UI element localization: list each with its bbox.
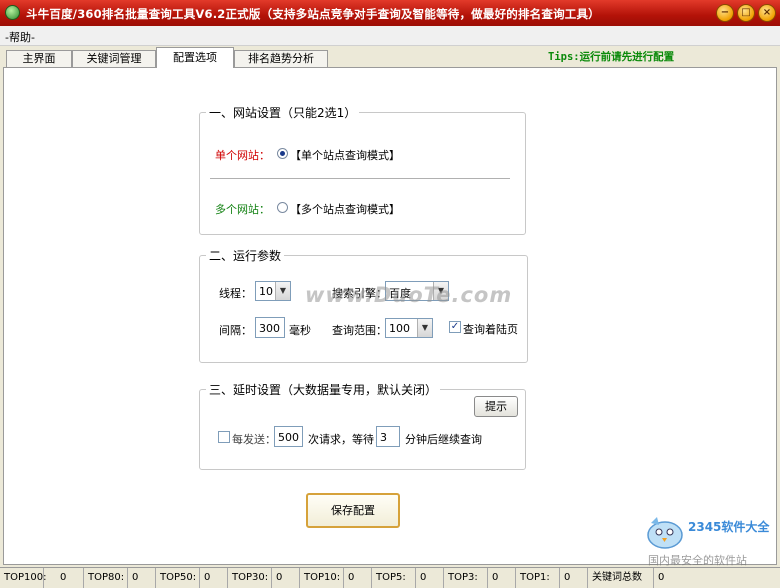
brand-name: 2345软件大全 xyxy=(688,520,770,534)
resume-label: 分钟后继续查询 xyxy=(405,433,482,446)
website-settings-legend: 一、网站设置（只能2选1） xyxy=(209,106,357,120)
tips-text: Tips:运行前请先进行配置 xyxy=(548,51,675,63)
query-landing-checkbox[interactable]: ✓ xyxy=(449,321,461,333)
save-config-button[interactable]: 保存配置 xyxy=(306,493,400,528)
title-bar[interactable]: 斗牛百度/360排名批量查询工具V6.2正式版（支持多站点竞争对手查询及智能等待… xyxy=(0,0,780,26)
threads-select[interactable]: 10 ▼ xyxy=(255,281,291,301)
delay-settings-group: 三、延时设置（大数据量专用，默认关闭） xyxy=(199,381,526,470)
wait-minutes-input[interactable]: 3 xyxy=(376,426,400,447)
status-top50-label: TOP50: xyxy=(156,568,200,588)
multi-site-label: 多个网站： xyxy=(215,203,270,216)
hint-button[interactable]: 提示 xyxy=(474,396,518,417)
menu-help[interactable]: -帮助- xyxy=(5,29,35,45)
status-top3-value: 0 xyxy=(488,568,516,588)
status-top100-value: 0 xyxy=(44,568,84,588)
chevron-down-icon[interactable]: ▼ xyxy=(417,319,432,337)
watermark-text: www.DuoTe.com xyxy=(305,283,513,307)
status-keyword-total-label: 关键词总数 xyxy=(588,568,654,588)
status-top100-label: TOP100: xyxy=(0,568,46,588)
status-top30-label: TOP30: xyxy=(228,568,272,588)
status-top1-value: 0 xyxy=(560,568,588,588)
status-top5-value: 0 xyxy=(416,568,444,588)
status-top1-label: TOP1: xyxy=(516,568,560,588)
close-button[interactable]: × xyxy=(758,4,776,22)
group-divider xyxy=(210,178,510,179)
threads-label: 线程： xyxy=(219,287,252,300)
interval-input[interactable]: 300 xyxy=(255,317,285,338)
status-top80-label: TOP80: xyxy=(84,568,128,588)
single-site-option[interactable]: 【单个站点查询模式】 xyxy=(290,147,400,163)
tab-main[interactable]: 主界面 xyxy=(6,50,72,68)
app-icon xyxy=(5,5,20,20)
query-range-label: 查询范围： xyxy=(332,324,387,337)
tab-config-options[interactable]: 配置选项 xyxy=(156,47,234,68)
every-send-label[interactable]: 每发送： xyxy=(232,431,276,447)
status-top50-value: 0 xyxy=(200,568,228,588)
interval-unit: 毫秒 xyxy=(289,324,311,337)
status-keyword-total-value: 0 xyxy=(658,572,665,583)
multi-site-option[interactable]: 【多个站点查询模式】 xyxy=(290,201,400,217)
request-count-input[interactable]: 500 xyxy=(274,426,303,447)
brand-subtitle: 国内最安全的软件站 xyxy=(648,554,747,567)
tab-bar: 主界面 关键词管理 配置选项 排名趋势分析 Tips:运行前请先进行配置 xyxy=(0,47,780,68)
query-range-select[interactable]: 100 ▼ xyxy=(385,318,433,338)
single-site-radio[interactable] xyxy=(277,148,288,159)
minimize-button[interactable]: − xyxy=(716,4,734,22)
bird-logo-icon xyxy=(647,517,683,549)
chevron-down-icon[interactable]: ▼ xyxy=(275,282,290,300)
delay-settings-legend: 三、延时设置（大数据量专用，默认关闭） xyxy=(209,383,438,397)
query-landing-label[interactable]: 查询着陆页 xyxy=(463,321,518,337)
status-top80-value: 0 xyxy=(128,568,156,588)
delay-enable-checkbox[interactable] xyxy=(218,431,230,443)
single-site-label: 单个网站： xyxy=(215,149,270,162)
times-wait-label: 次请求，等待： xyxy=(308,433,385,446)
status-top5-label: TOP5: xyxy=(372,568,416,588)
tab-ranking-trend[interactable]: 排名趋势分析 xyxy=(234,50,328,68)
multi-site-radio[interactable] xyxy=(277,202,288,213)
maximize-button[interactable]: □ xyxy=(737,4,755,22)
status-top10-label: TOP10: xyxy=(300,568,344,588)
window-title: 斗牛百度/360排名批量查询工具V6.2正式版（支持多站点竞争对手查询及智能等待… xyxy=(26,7,600,21)
threads-value: 10 xyxy=(259,285,273,298)
interval-label: 间隔： xyxy=(219,324,252,337)
tab-keyword-management[interactable]: 关键词管理 xyxy=(72,50,156,68)
status-top10-value: 0 xyxy=(344,568,372,588)
status-top3-label: TOP3: xyxy=(444,568,488,588)
status-bar: TOP100: 0 TOP80: 0 TOP50: 0 TOP30: 0 TOP… xyxy=(0,567,780,588)
run-params-legend: 二、运行参数 xyxy=(209,249,282,263)
query-range-value: 100 xyxy=(389,322,410,335)
menu-bar: -帮助- xyxy=(0,26,780,46)
status-top30-value: 0 xyxy=(272,568,300,588)
